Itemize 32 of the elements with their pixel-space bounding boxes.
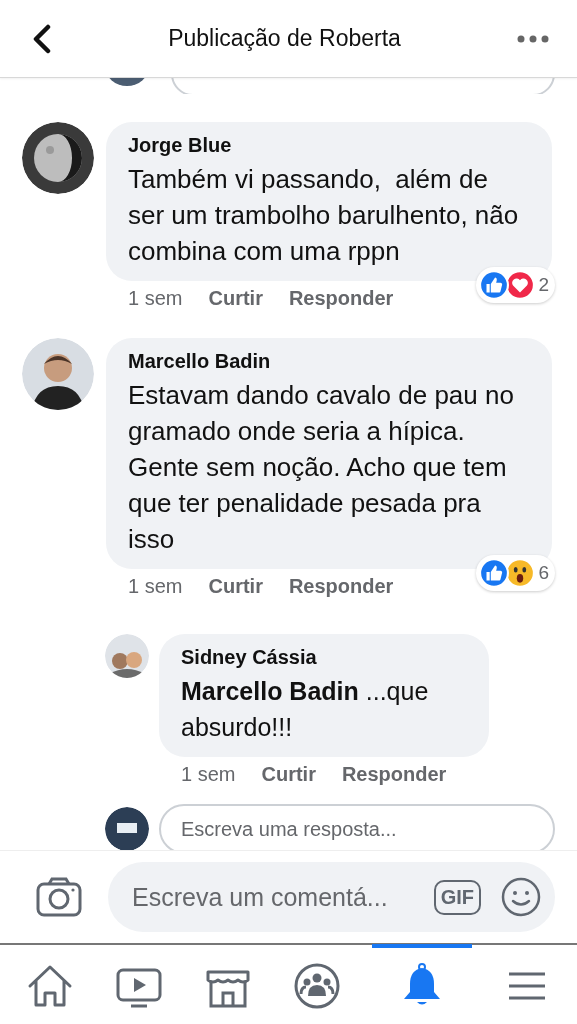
thumbs-up-icon bbox=[479, 270, 510, 300]
avatar bbox=[22, 338, 94, 410]
page-title: Publicação de Roberta bbox=[168, 25, 401, 52]
back-icon[interactable] bbox=[32, 23, 52, 54]
comment-text: Também vi passando, além de ser um trambolho barulhento, não combina com uma rppn bbox=[128, 163, 520, 268]
reply-link[interactable]: Responder bbox=[341, 763, 447, 786]
comment-text: Estavam dando cavalo de pau no gramado onde seria a hípica. Gente sem noção. Acho que tem que ter penalidade pesada pra isso bbox=[128, 379, 515, 556]
gif-button[interactable]: GIF bbox=[433, 879, 481, 915]
timestamp: 1 sem bbox=[181, 763, 236, 786]
thumbs-up-icon bbox=[479, 558, 510, 588]
surprised-face-icon bbox=[505, 558, 536, 588]
like-link[interactable]: Curtir bbox=[208, 287, 263, 310]
avatar bbox=[22, 122, 94, 194]
reply-link[interactable]: Responder bbox=[288, 575, 394, 598]
camera-icon[interactable] bbox=[36, 877, 82, 917]
author-name[interactable]: Jorge Blue bbox=[128, 134, 530, 157]
reactions-badge[interactable]: 2 bbox=[476, 267, 555, 303]
comment-field[interactable]: Escreva um comentá... GIF bbox=[108, 862, 555, 932]
like-link[interactable]: Curtir bbox=[208, 575, 263, 598]
smiley-icon[interactable] bbox=[501, 877, 541, 917]
like-link[interactable]: Curtir bbox=[261, 763, 316, 786]
avatar bbox=[105, 634, 149, 678]
comment-text: Marcello Badin ...que absurdo!!! bbox=[181, 676, 430, 743]
reply-link[interactable]: Responder bbox=[288, 287, 394, 310]
reactions-badge[interactable]: 6 bbox=[476, 555, 555, 591]
author-name[interactable]: Marcello Badin bbox=[128, 350, 530, 373]
timestamp: 1 sem bbox=[128, 575, 183, 598]
more-icon[interactable] bbox=[517, 34, 549, 43]
timestamp: 1 sem bbox=[128, 287, 183, 310]
author-name[interactable]: Sidney Cássia bbox=[181, 646, 467, 669]
people-icon bbox=[292, 961, 341, 1010]
reply-field[interactable]: Escreva uma resposta... bbox=[159, 804, 555, 850]
